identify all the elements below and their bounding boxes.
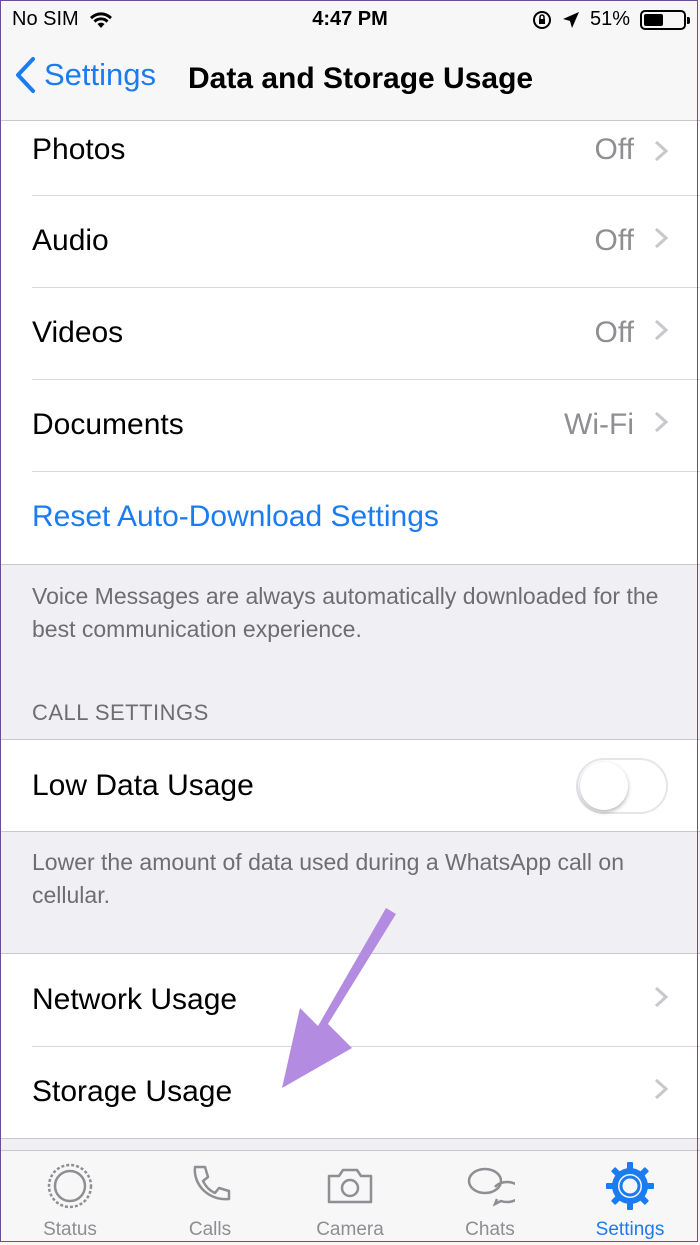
chevron-right-icon	[654, 319, 668, 341]
usage-group: Network Usage Storage Usage	[0, 954, 700, 1138]
row-label: Network Usage	[32, 983, 238, 1016]
list-item-low-data-usage: Low Data Usage	[0, 740, 700, 831]
phone-icon	[193, 1165, 231, 1201]
divider	[0, 564, 700, 565]
chat-bubbles-icon	[467, 1167, 515, 1207]
list-item-documents[interactable]: Documents Wi-Fi	[0, 379, 700, 471]
location-icon	[562, 11, 579, 28]
tab-label: Status	[43, 1219, 97, 1240]
chevron-left-icon	[16, 57, 35, 93]
row-label: Videos	[32, 316, 124, 349]
low-data-note: Lower the amount of data used during a W…	[32, 849, 624, 908]
row-label: Low Data Usage	[32, 769, 254, 802]
chevron-right-icon	[654, 986, 668, 1008]
list-item-network-usage[interactable]: Network Usage	[0, 954, 700, 1046]
status-icon	[47, 1163, 93, 1209]
list-item-storage-usage[interactable]: Storage Usage	[0, 1046, 700, 1138]
tab-label: Chats	[465, 1219, 515, 1240]
low-data-usage-toggle[interactable]	[576, 758, 668, 814]
list-item-photos[interactable]: Photos Off	[0, 121, 700, 195]
tab-settings[interactable]: Settings	[560, 1151, 700, 1245]
auto-download-group: Photos Off Audio Off Videos Off Document…	[0, 121, 700, 564]
row-label: Photos	[32, 133, 126, 166]
chevron-right-icon	[654, 1078, 668, 1100]
tab-calls[interactable]: Calls	[140, 1151, 280, 1245]
gear-icon	[606, 1162, 654, 1210]
voice-messages-note: Voice Messages are always automatically …	[32, 583, 659, 642]
row-value: Off	[594, 224, 634, 257]
tab-chats[interactable]: Chats	[420, 1151, 560, 1245]
row-value: Off	[594, 316, 634, 349]
tab-label: Settings	[595, 1219, 665, 1240]
divider	[0, 1138, 700, 1139]
navigation-bar: Settings Data and Storage Usage	[0, 40, 700, 121]
tab-label: Calls	[188, 1219, 232, 1240]
row-label: Audio	[32, 224, 109, 257]
tab-label: Camera	[316, 1219, 384, 1240]
row-label: Storage Usage	[32, 1075, 233, 1108]
battery-percent: 51%	[589, 8, 630, 30]
tab-camera[interactable]: Camera	[280, 1151, 420, 1245]
back-label: Settings	[44, 57, 157, 92]
camera-icon	[327, 1168, 373, 1204]
row-value: Off	[594, 133, 634, 166]
toggle-knob	[580, 762, 628, 810]
chevron-right-icon	[654, 140, 668, 162]
back-button[interactable]: Settings	[14, 56, 156, 94]
battery-icon	[640, 9, 690, 30]
list-item-videos[interactable]: Videos Off	[0, 287, 700, 379]
chevron-right-icon	[654, 227, 668, 249]
page-title: Data and Storage Usage	[188, 62, 534, 95]
chevron-right-icon	[654, 411, 668, 433]
status-bar: No SIM 4:47 PM 51%	[0, 0, 700, 40]
call-settings-group: Low Data Usage	[0, 740, 700, 831]
divider	[0, 831, 700, 832]
section-header-call-settings: CALL SETTINGS	[32, 700, 209, 725]
reset-auto-download-button[interactable]: Reset Auto-Download Settings	[0, 471, 700, 563]
tab-bar: Status Calls Camera Chats Settings	[0, 1150, 700, 1245]
row-label: Documents	[32, 408, 184, 441]
orientation-lock-icon	[532, 10, 551, 29]
row-value: Wi-Fi	[564, 408, 634, 441]
list-item-audio[interactable]: Audio Off	[0, 195, 700, 287]
reset-label: Reset Auto-Download Settings	[32, 500, 439, 533]
tab-status[interactable]: Status	[0, 1151, 140, 1245]
